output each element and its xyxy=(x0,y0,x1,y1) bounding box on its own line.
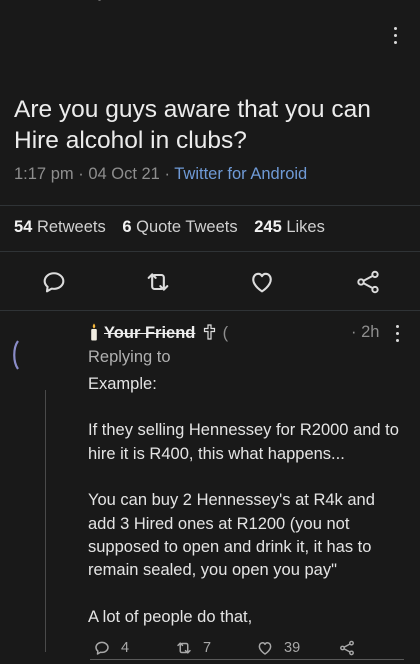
share-icon xyxy=(357,270,379,294)
reply-like-button[interactable]: 39 xyxy=(256,638,300,658)
divider xyxy=(0,251,420,252)
retweet-icon xyxy=(177,642,191,654)
reply-paragraph: A lot of people do that, xyxy=(88,607,253,626)
reply-header: Your Friend ( xyxy=(88,323,228,343)
heart-icon xyxy=(252,272,272,293)
avatar-edge xyxy=(13,340,19,370)
divider xyxy=(0,310,420,311)
tweet-date: 04 Oct 21 xyxy=(88,165,160,183)
quotes-label: Quote Tweets xyxy=(136,218,238,236)
thread-line xyxy=(45,390,46,652)
reply-author-name[interactable]: Your Friend xyxy=(104,324,195,342)
like-button[interactable] xyxy=(248,268,276,296)
quotes-stat[interactable]: 6 Quote Tweets xyxy=(122,218,237,236)
candle-icon xyxy=(91,323,97,341)
reply-paragraph: If they selling Hennessey for R2000 and … xyxy=(88,421,399,463)
speech-bubble-icon xyxy=(43,272,65,293)
likes-label: Likes xyxy=(286,218,325,236)
tweet-source-link[interactable]: Twitter for Android xyxy=(174,165,307,183)
retweet-icon xyxy=(147,273,169,291)
reply-retweet-count: 7 xyxy=(203,640,212,656)
reply-more-options-icon[interactable] xyxy=(396,325,400,346)
reply-time: · 2h xyxy=(351,323,380,341)
retweets-stat[interactable]: 54 Retweets xyxy=(14,218,106,236)
meta-separator: · xyxy=(164,165,170,183)
top-edge-dot xyxy=(98,0,101,1)
share-icon xyxy=(340,640,354,656)
reply-reply-button[interactable]: 4 xyxy=(93,638,129,658)
reply-reply-count: 4 xyxy=(121,640,130,656)
tweet-meta: 1:17 pm · 04 Oct 21 · Twitter for Androi… xyxy=(14,165,307,184)
speech-bubble-icon xyxy=(95,641,109,655)
tweet-text: Are you guys aware that you can Hire alc… xyxy=(14,96,371,154)
reply-retweet-button[interactable]: 7 xyxy=(175,638,211,658)
tweet-stats: 54 Retweets 6 Quote Tweets 245 Likes xyxy=(14,218,325,237)
retweet-button[interactable] xyxy=(144,268,172,296)
likes-count: 245 xyxy=(254,218,282,236)
more-options-icon[interactable] xyxy=(394,27,398,48)
replying-to[interactable]: Replying to xyxy=(88,348,171,367)
quotes-count: 6 xyxy=(122,218,132,236)
reply-button[interactable] xyxy=(40,268,68,296)
reply-name-suffix: ( xyxy=(222,324,229,342)
heart-icon xyxy=(258,642,272,655)
reply-share-button[interactable] xyxy=(338,638,366,658)
likes-stat[interactable]: 245 Likes xyxy=(254,218,325,236)
tweet-time: 1:17 pm xyxy=(14,165,74,183)
reply-paragraph: Example: xyxy=(88,375,157,393)
retweets-label: Retweets xyxy=(36,218,106,236)
divider xyxy=(0,205,420,206)
cross-icon xyxy=(203,324,216,340)
retweets-count: 54 xyxy=(14,218,33,236)
reply-body: Example: If they selling Hennessey for R… xyxy=(88,373,406,652)
reply-bottom-border xyxy=(90,659,404,660)
meta-separator: · xyxy=(78,165,84,183)
share-button[interactable] xyxy=(354,268,382,296)
reply-like-count: 39 xyxy=(284,640,301,656)
reply-paragraph: You can buy 2 Hennessey's at R4k and add… xyxy=(88,491,375,580)
